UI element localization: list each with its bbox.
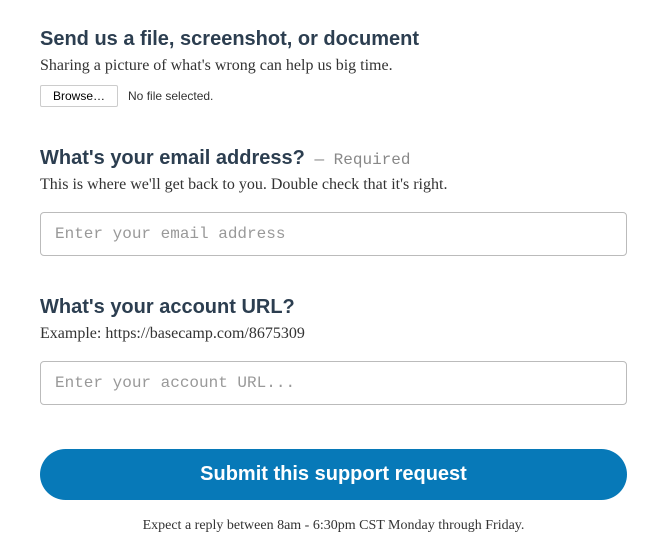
submit-button[interactable]: Submit this support request	[40, 449, 627, 500]
file-row: Browse… No file selected.	[40, 85, 627, 107]
required-label: Required	[334, 151, 411, 169]
email-description: This is where we'll get back to you. Dou…	[40, 176, 627, 194]
file-heading: Send us a file, screenshot, or document	[40, 28, 627, 51]
required-wrapper: — Required	[305, 151, 411, 169]
email-section: What's your email address? — Required Th…	[40, 147, 627, 256]
url-section: What's your account URL? Example: https:…	[40, 296, 627, 405]
file-section: Send us a file, screenshot, or document …	[40, 28, 627, 107]
file-status: No file selected.	[128, 89, 213, 103]
url-heading: What's your account URL?	[40, 296, 627, 319]
email-heading-text: What's your email address?	[40, 147, 305, 169]
url-description: Example: https://basecamp.com/8675309	[40, 325, 627, 343]
file-description: Sharing a picture of what's wrong can he…	[40, 57, 627, 75]
url-input[interactable]	[40, 361, 627, 405]
browse-button[interactable]: Browse…	[40, 85, 118, 107]
email-input[interactable]	[40, 212, 627, 256]
required-prefix: —	[305, 151, 334, 169]
footer-note: Expect a reply between 8am - 6:30pm CST …	[40, 518, 627, 534]
email-heading: What's your email address? — Required	[40, 147, 627, 170]
